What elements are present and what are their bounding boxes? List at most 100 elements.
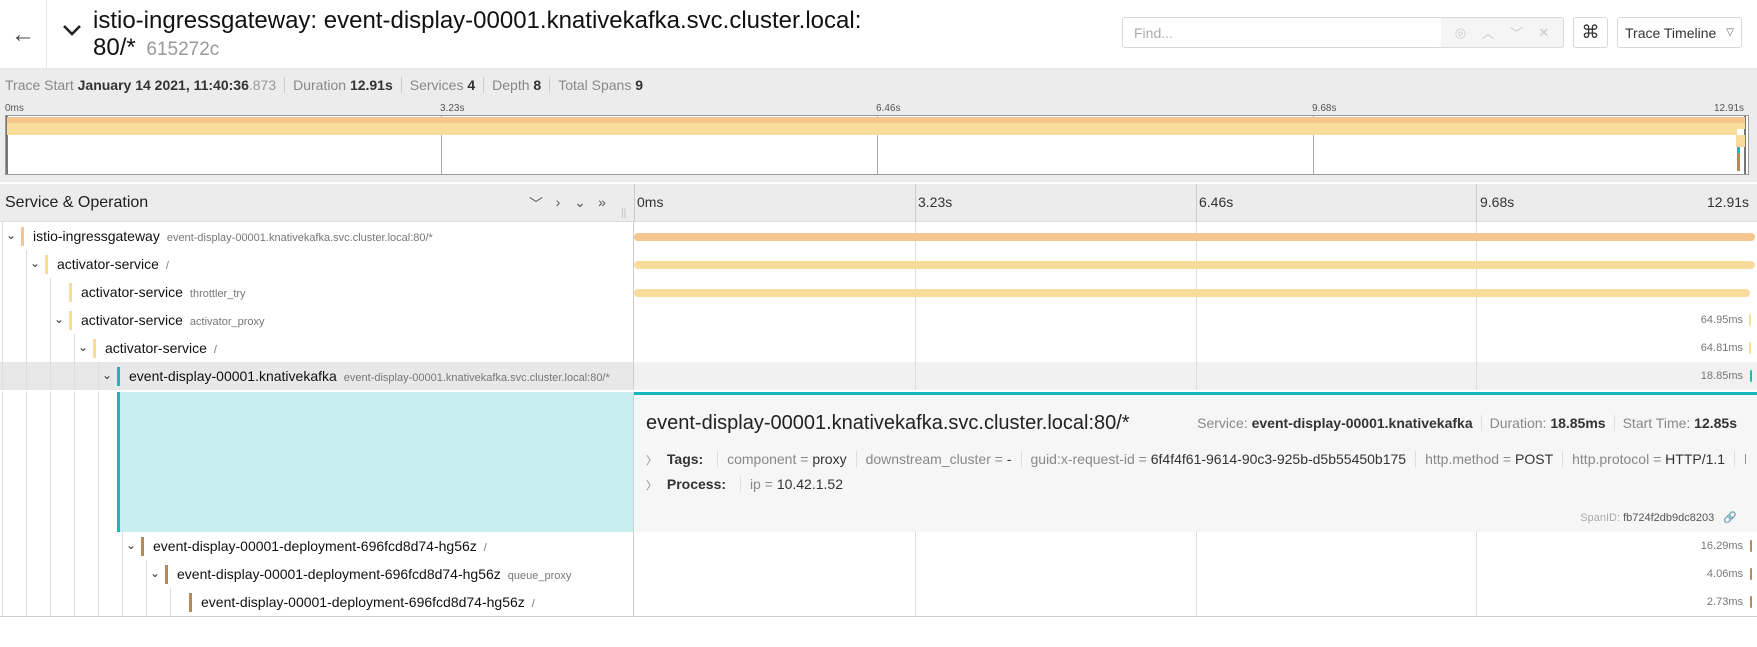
process-row[interactable]: 〉 Process: ip = 10.42.1.52 bbox=[646, 476, 1746, 493]
span-bar[interactable] bbox=[1749, 370, 1752, 382]
span-row[interactable]: ⌄ activator-service / 64.81ms bbox=[0, 334, 1757, 362]
collapse-all-icon[interactable]: ⌄ bbox=[572, 194, 588, 214]
span-row[interactable]: ⌄ event-display-00001-deployment-696fcd8d… bbox=[0, 532, 1757, 560]
indent-guide bbox=[26, 532, 27, 560]
span-row[interactable]: activator-service throttler_try bbox=[0, 278, 1757, 306]
span-name-cell[interactable]: ⌄ activator-service activator_proxy bbox=[0, 306, 634, 334]
locate-icon[interactable]: ◎ bbox=[1455, 25, 1466, 41]
timeline-gridline bbox=[634, 184, 635, 222]
chevron-down-icon[interactable]: ⌄ bbox=[28, 256, 42, 270]
indent-guide bbox=[26, 334, 27, 362]
indent-guide bbox=[170, 588, 171, 616]
chevron-down-icon[interactable]: ⌄ bbox=[148, 566, 162, 580]
column-resize-handle[interactable]: || bbox=[621, 208, 626, 219]
expand-one-icon[interactable]: › bbox=[550, 194, 566, 214]
span-name-cell[interactable]: ⌄ istio-ingressgateway event-display-00001… bbox=[0, 222, 634, 250]
timeline-gridline bbox=[1476, 588, 1477, 616]
keyboard-shortcuts-button[interactable]: ⌘ bbox=[1573, 17, 1608, 48]
chevron-down-icon[interactable]: ⌄ bbox=[124, 538, 138, 552]
span-bar[interactable] bbox=[634, 261, 1755, 269]
span-name-cell[interactable]: event-display-00001-deployment-696fcd8d7… bbox=[0, 588, 634, 616]
span-duration-label: 16.29ms bbox=[1700, 540, 1743, 552]
link-icon[interactable]: 🔗 bbox=[1723, 512, 1737, 524]
span-timeline-cell[interactable]: 64.95ms bbox=[634, 306, 1757, 334]
indent-guide bbox=[74, 588, 75, 616]
operation-name: queue_proxy bbox=[507, 570, 572, 582]
timeline-gridline bbox=[915, 560, 916, 588]
indent-guide bbox=[98, 392, 99, 532]
expand-all-icon[interactable]: » bbox=[594, 194, 610, 214]
span-timeline-cell[interactable] bbox=[634, 278, 1757, 306]
indent-guide bbox=[50, 392, 51, 532]
collapse-header-button[interactable] bbox=[60, 18, 84, 42]
chevron-down-icon[interactable]: ⌄ bbox=[76, 340, 90, 354]
span-row[interactable]: ⌄ activator-service activator_proxy 64.95ms bbox=[0, 306, 1757, 334]
timeline-gridline bbox=[1476, 334, 1477, 362]
indent-guide bbox=[122, 560, 123, 588]
span-id: SpanID: fb724f2db9dc8203 🔗 bbox=[1580, 512, 1737, 524]
minimap-canvas[interactable] bbox=[5, 115, 1749, 175]
operation-name: / bbox=[531, 598, 535, 610]
span-bar[interactable] bbox=[1750, 568, 1753, 580]
service-name: event-display-00001-deployment-696fcd8d7… bbox=[177, 566, 501, 582]
chevron-down-icon[interactable]: ⌄ bbox=[52, 312, 66, 326]
span-bar[interactable] bbox=[1749, 540, 1752, 552]
view-select-label: Trace Timeline bbox=[1625, 24, 1717, 41]
span-row[interactable]: ⌄ activator-service / bbox=[0, 250, 1757, 278]
collapse-one-icon[interactable]: ﹀ bbox=[528, 194, 544, 214]
indent-guide bbox=[50, 334, 51, 362]
span-name-cell[interactable]: ⌄ event-display-00001.knativekafka event-d… bbox=[0, 362, 634, 390]
span-bar[interactable] bbox=[1749, 342, 1752, 354]
span-bar[interactable] bbox=[634, 289, 1750, 297]
chevron-down-icon[interactable]: ⌄ bbox=[100, 368, 114, 382]
span-timeline-cell[interactable]: 4.06ms bbox=[634, 560, 1757, 588]
span-name-cell[interactable]: ⌄ event-display-00001-deployment-696fcd8d… bbox=[0, 560, 634, 588]
span-name-cell[interactable]: ⌄ event-display-00001-deployment-696fcd8d… bbox=[0, 532, 634, 560]
span-row[interactable]: event-display-00001-deployment-696fcd8d7… bbox=[0, 588, 1757, 616]
span-name-cell[interactable]: activator-service throttler_try bbox=[0, 278, 634, 306]
back-button[interactable]: ← bbox=[0, 0, 47, 69]
span-timeline-cell[interactable] bbox=[634, 222, 1757, 250]
arrow-left-icon: ← bbox=[11, 20, 35, 48]
indent-guide bbox=[98, 560, 99, 588]
span-duration-label: 18.85ms bbox=[1700, 370, 1743, 382]
view-select[interactable]: Trace Timeline ▽ bbox=[1617, 17, 1742, 48]
chevron-down-icon[interactable]: ﹀ bbox=[1510, 23, 1523, 42]
service-name: activator-service bbox=[81, 312, 183, 328]
indent-guide bbox=[50, 306, 51, 334]
minimap-tick: 9.68s bbox=[1312, 103, 1337, 114]
span-timeline-cell[interactable]: 18.85ms bbox=[634, 362, 1757, 390]
timeline-gridline bbox=[915, 306, 916, 334]
timeline-gridline bbox=[1196, 334, 1197, 362]
span-row[interactable]: ⌄ event-display-00001.knativekafka event-d… bbox=[0, 362, 1757, 390]
span-timeline-cell[interactable]: 64.81ms bbox=[634, 334, 1757, 362]
span-row[interactable]: ⌄ istio-ingressgateway event-display-00001… bbox=[0, 222, 1757, 250]
span-duration-label: 64.95ms bbox=[1700, 314, 1743, 326]
span-bar[interactable] bbox=[634, 233, 1755, 241]
service-name: event-display-00001.knativekafka bbox=[129, 368, 337, 384]
trace-id: 615272c bbox=[146, 39, 220, 60]
close-icon[interactable]: ✕ bbox=[1538, 25, 1549, 41]
chevron-down-icon[interactable]: ⌄ bbox=[4, 228, 18, 242]
span-name-cell[interactable]: ⌄ activator-service / bbox=[0, 250, 634, 278]
page-title: istio-ingressgateway: event-display-0000… bbox=[93, 7, 893, 63]
find-input[interactable] bbox=[1123, 18, 1442, 47]
span-timeline-cell[interactable]: 2.73ms bbox=[634, 588, 1757, 616]
span-timeline-cell[interactable] bbox=[634, 250, 1757, 278]
chevron-up-icon[interactable]: ︿ bbox=[1481, 23, 1494, 42]
tags-row[interactable]: 〉 Tags: component = proxy downstream_clus… bbox=[646, 451, 1746, 468]
timeline-tick: 9.68s bbox=[1480, 194, 1515, 210]
span-bar[interactable] bbox=[1749, 314, 1752, 326]
span-row[interactable]: ⌄ event-display-00001-deployment-696fcd8d… bbox=[0, 560, 1757, 588]
span-name-cell[interactable]: ⌄ activator-service / bbox=[0, 334, 634, 362]
service-color-marker bbox=[117, 367, 120, 386]
service-color-marker bbox=[141, 537, 144, 556]
minimap-tick: 0ms bbox=[5, 103, 24, 114]
trace-summary: Trace Start January 14 2021, 11:40:36.87… bbox=[0, 69, 1757, 101]
service-color-marker bbox=[93, 339, 96, 358]
span-timeline-cell[interactable]: 16.29ms bbox=[634, 532, 1757, 560]
span-bar[interactable] bbox=[1750, 596, 1753, 608]
timeline-gridline bbox=[915, 362, 916, 390]
operation-name: / bbox=[483, 542, 487, 554]
rows-bottom-border bbox=[0, 616, 1757, 617]
